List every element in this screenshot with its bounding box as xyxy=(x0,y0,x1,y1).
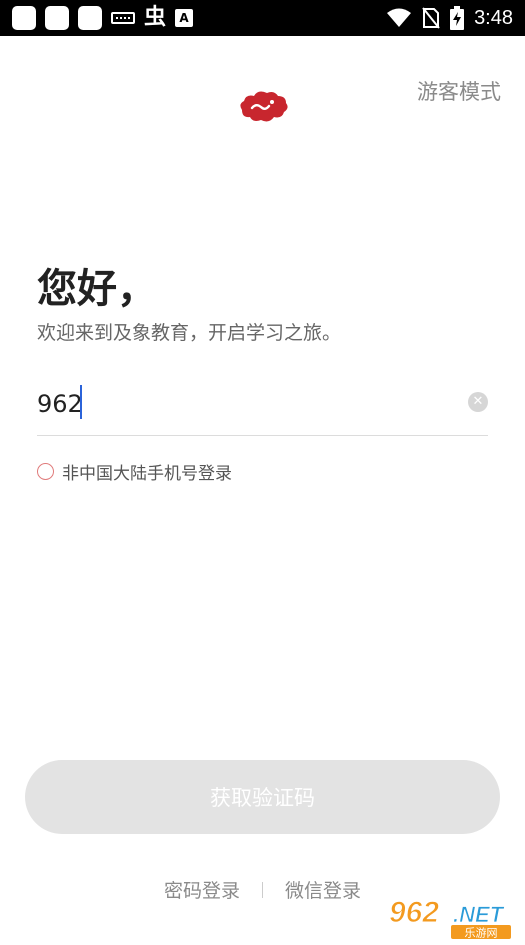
clock: 3:48 xyxy=(474,6,513,29)
status-bar-right: 3:48 xyxy=(386,6,513,30)
bug-icon: 虫 xyxy=(144,5,167,30)
cloud-logo-icon xyxy=(240,91,288,122)
watermark-sub: 乐游网 xyxy=(465,927,498,940)
text-caret xyxy=(80,385,82,419)
password-login-link[interactable]: 密码登录 xyxy=(164,876,240,903)
watermark-logo: 962 .NET 乐游网 xyxy=(389,896,511,940)
status-bar: 虫 A 3:48 xyxy=(0,0,525,36)
clear-circle-icon[interactable]: ✕ xyxy=(468,392,488,412)
greeting-title: 您好， xyxy=(37,266,157,312)
watermark-net: .NET xyxy=(453,902,505,927)
wifi-icon xyxy=(387,8,412,27)
welcome-subtitle: 欢迎来到及象教育，开启学习之旅。 xyxy=(37,322,342,344)
link-divider xyxy=(262,881,263,898)
keyboard-icon xyxy=(111,12,135,24)
notification-a-icon: A xyxy=(175,9,194,27)
non-mainland-option[interactable]: 非中国大陆手机号登录 xyxy=(37,459,232,484)
app-icon xyxy=(12,6,36,30)
wechat-login-link[interactable]: 微信登录 xyxy=(285,876,361,903)
phone-input[interactable] xyxy=(37,384,457,424)
non-mainland-label: 非中国大陆手机号登录 xyxy=(62,464,232,484)
watermark-number: 962 xyxy=(389,896,439,929)
phone-input-row: ✕ xyxy=(37,378,488,436)
battery-charging-icon xyxy=(450,6,465,30)
app-icon xyxy=(78,6,102,30)
no-sim-icon xyxy=(422,7,440,29)
radio-button[interactable] xyxy=(37,463,54,480)
status-bar-left: 虫 A xyxy=(12,5,194,30)
guest-mode-link[interactable]: 游客模式 xyxy=(417,76,501,106)
app-icon xyxy=(45,6,69,30)
get-code-button[interactable]: 获取验证码 xyxy=(25,760,500,834)
